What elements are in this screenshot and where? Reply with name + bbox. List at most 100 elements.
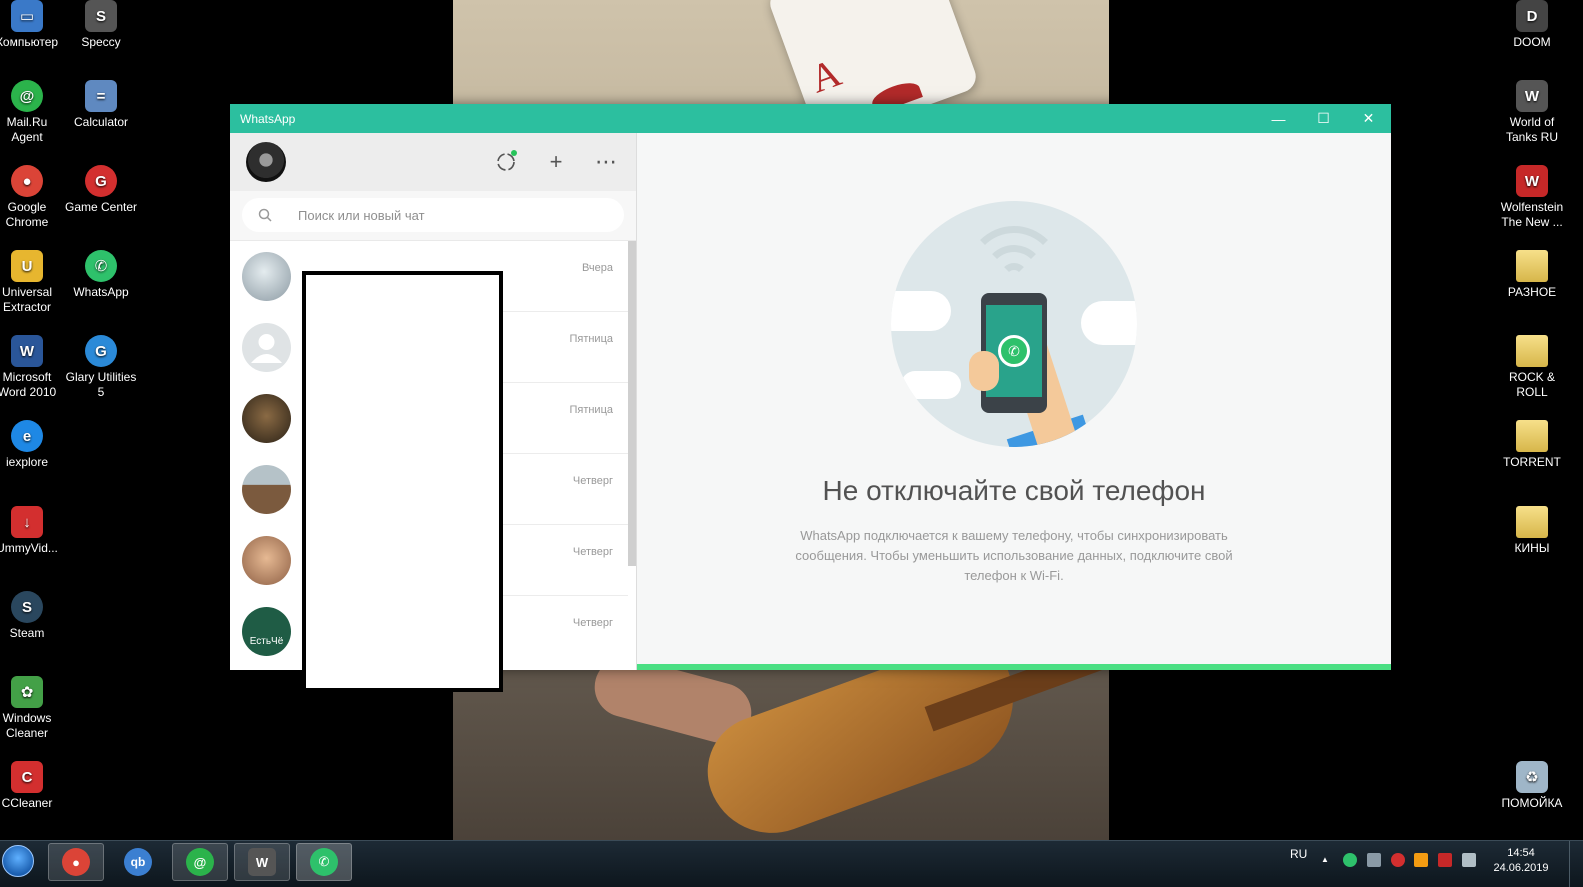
default-avatar-icon bbox=[251, 334, 282, 363]
folder-icon bbox=[1516, 335, 1548, 367]
world-of-tanks-icon: W bbox=[248, 848, 276, 876]
desktop-icon-label: Calculator bbox=[73, 115, 129, 129]
computer-icon: ▭ bbox=[11, 0, 43, 32]
taskbar-world-of-tanks[interactable]: W bbox=[234, 843, 290, 881]
steam-icon: S bbox=[11, 591, 43, 623]
search-input[interactable] bbox=[298, 207, 598, 223]
whatsapp-logo-icon: ✆ bbox=[998, 335, 1030, 367]
desktop-icon-label: КИНЫ bbox=[1514, 541, 1550, 555]
mailru-agent-icon: @ bbox=[186, 848, 214, 876]
status-icon[interactable] bbox=[492, 148, 520, 176]
desktop-icon-folder-rock-roll[interactable]: ROCK & ROLL bbox=[1495, 335, 1569, 400]
windows-logo-icon bbox=[2, 845, 34, 877]
search-icon bbox=[258, 208, 272, 222]
new-chat-icon[interactable]: + bbox=[542, 148, 570, 176]
desktop-icon-folder-raznoe[interactable]: РАЗНОЕ bbox=[1495, 250, 1569, 300]
desktop-icon-label: UmmyVid... bbox=[0, 541, 58, 555]
network-icon[interactable] bbox=[1438, 853, 1452, 867]
desktop-icon-computer[interactable]: ▭ Компьютер bbox=[0, 0, 64, 50]
start-button[interactable] bbox=[0, 841, 36, 881]
speccy-icon: S bbox=[85, 0, 117, 32]
desktop-icon-label: РАЗНОЕ bbox=[1507, 285, 1557, 299]
mailru-agent-icon: @ bbox=[11, 80, 43, 112]
contact-avatar bbox=[242, 536, 291, 585]
volume-muted-icon[interactable] bbox=[1367, 853, 1381, 867]
desktop-icon-label: World of Tanks RU bbox=[1505, 115, 1558, 144]
internet-explorer-icon: e bbox=[11, 420, 43, 452]
contact-avatar bbox=[242, 252, 291, 301]
desktop-icon-label: iexplore bbox=[5, 455, 49, 469]
desktop-icon-wolfenstein[interactable]: W Wolfenstein The New ... bbox=[1495, 165, 1569, 230]
redacted-region bbox=[302, 271, 503, 692]
desktop-icon-label: Google Chrome bbox=[5, 200, 49, 229]
show-desktop-button[interactable] bbox=[1569, 841, 1583, 887]
window-title: WhatsApp bbox=[240, 111, 296, 126]
taskbar-chrome[interactable]: ● bbox=[48, 843, 104, 881]
intro-description: WhatsApp подключается к вашему телефону,… bbox=[795, 528, 1233, 583]
phone-connection-illustration: ✆ bbox=[891, 201, 1137, 447]
chat-sidebar: + ⋯ Вчера Пятница bbox=[230, 133, 637, 692]
chat-time: Четверг bbox=[572, 617, 613, 629]
contact-avatar bbox=[242, 323, 291, 372]
desktop-icon-ummy-video[interactable]: ↓ UmmyVid... bbox=[0, 506, 64, 556]
desktop-icon-label: DOOM bbox=[1513, 35, 1551, 49]
taskbar: ● qb @ W ✆ RU ▲ 14:54 24.06.2019 bbox=[0, 840, 1583, 887]
chat-list-scrollbar[interactable] bbox=[628, 241, 636, 566]
desktop-icon-calculator[interactable]: = Calculator bbox=[64, 80, 138, 130]
desktop-icon-ccleaner[interactable]: C CCleaner bbox=[0, 761, 64, 811]
whatsapp-icon: ✆ bbox=[85, 250, 117, 282]
desktop-icon-label: Wolfenstein The New ... bbox=[1500, 200, 1564, 229]
desktop-icon-steam[interactable]: S Steam bbox=[0, 591, 64, 641]
minimize-button[interactable]: — bbox=[1256, 104, 1301, 133]
desktop-icon-label: Speccy bbox=[81, 35, 121, 49]
desktop-icon-doom[interactable]: D DOOM bbox=[1495, 0, 1569, 50]
chat-time: Пятница bbox=[569, 333, 613, 345]
desktop-icon-whatsapp[interactable]: ✆ WhatsApp bbox=[64, 250, 138, 300]
menu-icon[interactable]: ⋯ bbox=[592, 148, 620, 176]
chrome-icon: ● bbox=[62, 848, 90, 876]
chrome-icon: ● bbox=[11, 165, 43, 197]
desktop-icon-label: Universal Extractor bbox=[1, 285, 52, 314]
desktop-icon-speccy[interactable]: S Speccy bbox=[64, 0, 138, 50]
language-indicator[interactable]: RU bbox=[1290, 847, 1307, 861]
my-avatar[interactable] bbox=[246, 142, 286, 182]
whatsapp-icon: ✆ bbox=[310, 848, 338, 876]
desktop-icon-folder-torrent[interactable]: TORRENT bbox=[1495, 420, 1569, 470]
window-titlebar[interactable]: WhatsApp — ☐ ✕ bbox=[230, 104, 1391, 133]
desktop-icon-glary-utilities[interactable]: G Glary Utilities 5 bbox=[64, 335, 138, 400]
search-area bbox=[230, 191, 636, 241]
mailru-tray-icon[interactable] bbox=[1414, 853, 1428, 867]
desktop-icon-label: Glary Utilities 5 bbox=[65, 370, 137, 399]
maximize-button[interactable]: ☐ bbox=[1301, 104, 1346, 133]
chat-time: Четверг bbox=[572, 546, 613, 558]
taskbar-clock[interactable]: 14:54 24.06.2019 bbox=[1488, 846, 1554, 876]
desktop-icon-word[interactable]: W Microsoft Word 2010 bbox=[0, 335, 64, 400]
taskbar-mailru-agent[interactable]: @ bbox=[172, 843, 228, 881]
main-panel: ✆ Не отключайте свой телефон WhatsApp по… bbox=[637, 133, 1391, 670]
contact-avatar bbox=[242, 465, 291, 514]
desktop-icon-world-of-tanks[interactable]: W World of Tanks RU bbox=[1495, 80, 1569, 145]
desktop-icon-universal-extractor[interactable]: U Universal Extractor bbox=[0, 250, 64, 315]
cloud-shape bbox=[901, 371, 961, 399]
desktop-icon-iexplore[interactable]: e iexplore bbox=[0, 420, 64, 470]
game-center-tray-icon[interactable] bbox=[1391, 853, 1405, 867]
status-indicator bbox=[511, 150, 517, 156]
desktop-icon-game-center[interactable]: G Game Center bbox=[64, 165, 138, 215]
desktop-icon-chrome[interactable]: ● Google Chrome bbox=[0, 165, 64, 230]
desktop-icon-folder-kiny[interactable]: КИНЫ bbox=[1495, 506, 1569, 556]
close-button[interactable]: ✕ bbox=[1346, 104, 1391, 133]
action-center-icon[interactable] bbox=[1462, 853, 1476, 867]
glary-utilities-icon: G bbox=[85, 335, 117, 367]
desktop-icon-mailru-agent[interactable]: @ Mail.Ru Agent bbox=[0, 80, 64, 145]
desktop-icon-windows-cleaner[interactable]: ✿ Windows Cleaner bbox=[0, 676, 64, 741]
ummy-video-icon: ↓ bbox=[11, 506, 43, 538]
cloud-shape bbox=[891, 291, 951, 331]
taskbar-qbittorrent[interactable]: qb bbox=[110, 843, 166, 881]
taskbar-whatsapp[interactable]: ✆ bbox=[296, 843, 352, 881]
desktop-icon-label: CCleaner bbox=[1, 796, 53, 810]
desktop-icon-label: ПОМОЙКА bbox=[1501, 796, 1563, 810]
show-hidden-icons[interactable]: ▲ bbox=[1321, 855, 1329, 864]
desktop-icon-recycle-bin[interactable]: ♻ ПОМОЙКА bbox=[1495, 761, 1569, 811]
whatsapp-tray-icon[interactable] bbox=[1343, 853, 1357, 867]
search-box[interactable] bbox=[242, 198, 624, 232]
